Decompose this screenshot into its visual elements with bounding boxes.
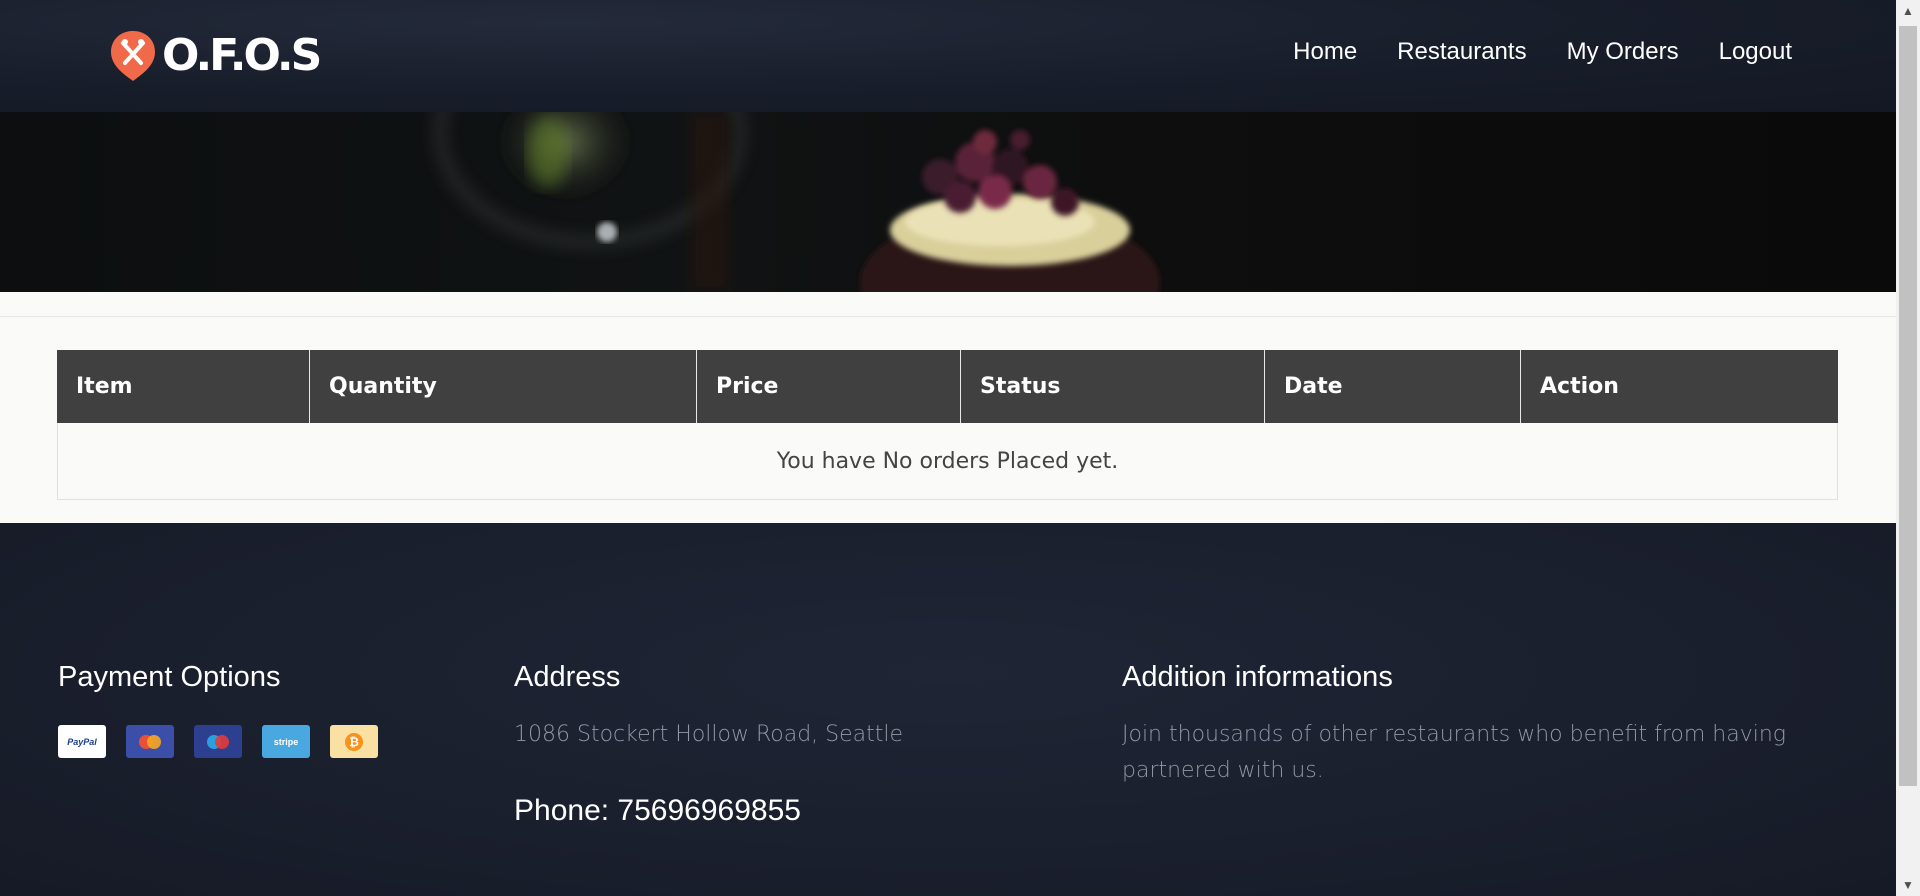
table-header: Item Quantity Price Status Date Action bbox=[57, 350, 1838, 423]
column-header-action: Action bbox=[1540, 374, 1619, 399]
site-footer: Payment Options PayPal stripe ₿ Address … bbox=[0, 523, 1896, 896]
vertical-scrollbar[interactable]: ▲ ▼ bbox=[1896, 0, 1920, 896]
site-header: O.F.O.S Home Restaurants My Orders Logou… bbox=[0, 0, 1896, 112]
address-title: Address bbox=[514, 661, 621, 693]
column-header-date: Date bbox=[1265, 350, 1521, 423]
logo-text: O.F.O.S bbox=[162, 30, 322, 81]
empty-orders-message: You have No orders Placed yet. bbox=[57, 423, 1838, 500]
nav-logout[interactable]: Logout bbox=[1719, 36, 1792, 68]
orders-table: Item Quantity Price Status Date Action Y… bbox=[57, 350, 1838, 500]
column-header-item: Item bbox=[57, 350, 310, 423]
maestro-icon bbox=[194, 725, 242, 758]
hero-dessert-image bbox=[435, 112, 1160, 292]
section-divider bbox=[0, 316, 1896, 317]
logo[interactable]: O.F.O.S bbox=[108, 28, 322, 84]
address-line: 1086 Stockert Hollow Road, Seattle bbox=[514, 722, 904, 747]
additional-info-section: Addition informations Join thousands of … bbox=[1122, 659, 1842, 789]
mastercard-icon bbox=[126, 725, 174, 758]
column-header-quantity: Quantity bbox=[310, 350, 697, 423]
nav-restaurants[interactable]: Restaurants bbox=[1397, 36, 1526, 68]
paypal-icon: PayPal bbox=[58, 725, 106, 758]
utensils-pin-icon bbox=[108, 29, 158, 83]
scrollbar-thumb[interactable] bbox=[1899, 26, 1917, 786]
nav-home[interactable]: Home bbox=[1293, 36, 1357, 68]
column-header-price: Price bbox=[697, 350, 961, 423]
scroll-up-arrow-icon[interactable]: ▲ bbox=[1896, 0, 1920, 22]
scroll-down-arrow-icon[interactable]: ▼ bbox=[1896, 874, 1920, 896]
bitcoin-icon: ₿ bbox=[330, 725, 378, 758]
phone-number: Phone: 75696969855 bbox=[514, 794, 801, 827]
column-header-status: Status bbox=[961, 350, 1265, 423]
payment-methods: PayPal stripe ₿ bbox=[58, 725, 398, 758]
payment-options-section: Payment Options PayPal stripe ₿ bbox=[58, 659, 398, 758]
additional-info-title: Addition informations bbox=[1122, 661, 1393, 693]
hero-banner bbox=[0, 112, 1896, 292]
additional-info-text: Join thousands of other restaurants who … bbox=[1122, 722, 1786, 783]
nav-my-orders[interactable]: My Orders bbox=[1567, 36, 1679, 68]
main-nav: Home Restaurants My Orders Logout bbox=[1253, 36, 1792, 68]
stripe-icon: stripe bbox=[262, 725, 310, 758]
address-section: Address 1086 Stockert Hollow Road, Seatt… bbox=[514, 659, 1034, 831]
payment-options-title: Payment Options bbox=[58, 661, 281, 693]
page: O.F.O.S Home Restaurants My Orders Logou… bbox=[0, 0, 1896, 896]
